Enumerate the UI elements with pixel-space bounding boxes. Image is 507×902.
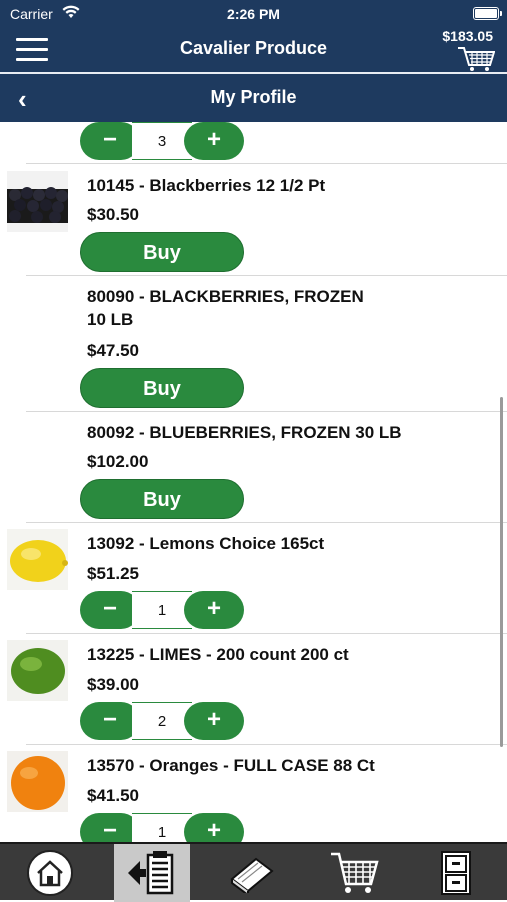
quantity-value[interactable]: 2 — [132, 702, 192, 740]
list-item: 13225 - LIMES - 200 count 200 ct $39.00 … — [0, 634, 507, 745]
file-cabinet-icon — [441, 851, 471, 895]
list-item: 80090 - BLACKBERRIES, FROZEN 10 LB $47.5… — [0, 276, 507, 412]
order-list-icon — [128, 851, 174, 895]
quantity-value[interactable]: 3 — [132, 122, 192, 160]
lime-photo — [7, 640, 68, 701]
product-price: $30.50 — [87, 205, 139, 224]
tab-home[interactable] — [12, 844, 88, 902]
product-name: 13092 - Lemons Choice 165ct — [87, 534, 325, 553]
product-name: 80090 - BLACKBERRIES, FROZEN 10 LB — [87, 287, 364, 329]
product-price: $39.00 — [87, 675, 139, 694]
orange-photo — [7, 751, 68, 812]
page-header: ‹ My Profile — [0, 74, 507, 122]
increment-button[interactable]: + — [184, 813, 244, 842]
product-price: $41.50 — [87, 786, 139, 805]
quantity-stepper[interactable]: − 2 + — [80, 702, 244, 740]
increment-button[interactable]: + — [184, 591, 244, 629]
decrement-button[interactable]: − — [80, 702, 140, 740]
increment-button[interactable]: + — [184, 702, 244, 740]
blackberries-photo — [7, 171, 68, 232]
cart-total[interactable]: $183.05 — [442, 28, 493, 44]
tab-cart[interactable] — [316, 844, 392, 902]
tab-order-list[interactable] — [114, 844, 190, 902]
increment-button[interactable]: + — [184, 122, 244, 160]
home-icon — [27, 850, 73, 896]
clock: 2:26 PM — [227, 6, 280, 22]
product-price: $102.00 — [87, 452, 149, 471]
tab-catalog[interactable] — [214, 844, 290, 902]
buy-button[interactable]: Buy — [80, 479, 244, 519]
decrement-button[interactable]: − — [80, 813, 140, 842]
decrement-button[interactable]: − — [80, 591, 140, 629]
product-name: 80092 - BLUEBERRIES, FROZEN 30 LB — [87, 423, 402, 442]
app-header: Cavalier Produce $183.05 — [0, 28, 507, 72]
quantity-stepper[interactable]: − 3 + — [80, 122, 244, 160]
page-title: My Profile — [210, 87, 297, 107]
tab-bar — [0, 842, 507, 902]
list-item: 13570 - Oranges - FULL CASE 88 Ct $41.50… — [0, 745, 507, 842]
lemon-photo — [7, 529, 68, 590]
list-item: 13092 - Lemons Choice 165ct $51.25 − 1 + — [0, 523, 507, 634]
buy-button[interactable]: Buy — [80, 232, 244, 272]
status-bar: Carrier 2:26 PM — [0, 0, 507, 28]
list-item: 80092 - BLUEBERRIES, FROZEN 30 LB $102.0… — [0, 412, 507, 523]
battery-icon — [473, 7, 502, 20]
list-item: 10145 - Blackberries 12 1/2 Pt $30.50 Bu… — [0, 164, 507, 276]
list-item: − 3 + — [0, 122, 507, 164]
buy-button[interactable]: Buy — [80, 368, 244, 408]
product-name: 13570 - Oranges - FULL CASE 88 Ct — [87, 756, 375, 775]
quantity-stepper[interactable]: − 1 + — [80, 591, 244, 629]
quantity-value[interactable]: 1 — [132, 813, 192, 842]
app-title: Cavalier Produce — [179, 38, 328, 58]
shopping-cart-icon — [331, 852, 379, 893]
product-name: 10145 - Blackberries 12 1/2 Pt — [87, 176, 326, 195]
tab-files[interactable] — [418, 844, 494, 902]
product-name: 13225 - LIMES - 200 count 200 ct — [87, 645, 349, 664]
product-price: $51.25 — [87, 564, 139, 583]
product-list[interactable]: − 3 + 10145 - Blackberries 12 1/2 Pt $30… — [0, 122, 507, 842]
header-cart-icon[interactable] — [457, 46, 495, 72]
quantity-stepper[interactable]: − 1 + — [80, 813, 244, 842]
product-price: $47.50 — [87, 341, 139, 360]
quantity-value[interactable]: 1 — [132, 591, 192, 629]
catalog-book-icon — [230, 857, 274, 893]
scrollbar[interactable] — [500, 397, 503, 747]
decrement-button[interactable]: − — [80, 122, 140, 160]
